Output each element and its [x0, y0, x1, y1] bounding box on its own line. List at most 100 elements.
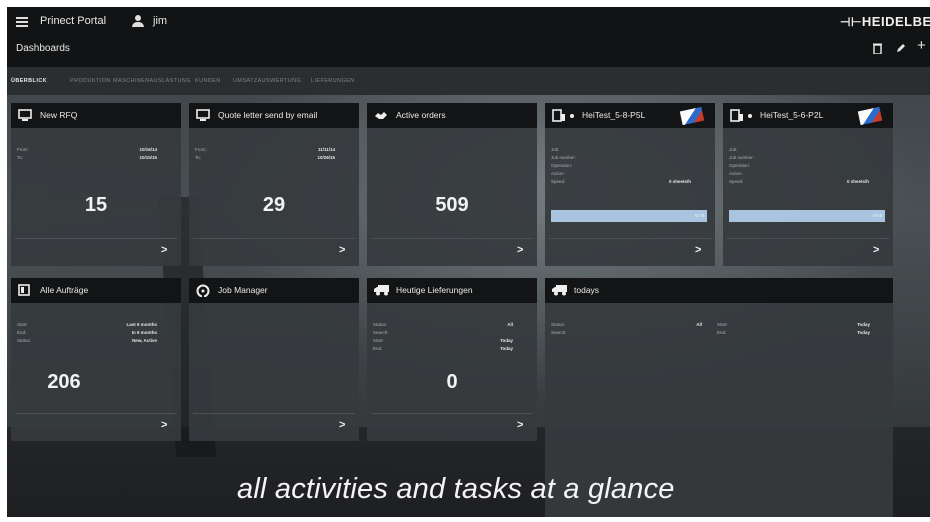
chevron-right-icon[interactable]: >: [517, 419, 523, 431]
folder-icon: [18, 284, 32, 296]
field-label: Action:: [551, 171, 565, 176]
tab-maschinenauslastung[interactable]: MASCHINENAUSLASTUNG: [113, 78, 191, 84]
truck-icon: [374, 284, 389, 296]
card-icon: [18, 109, 32, 121]
field-label: End:: [17, 330, 27, 335]
press-icon: [552, 109, 566, 122]
field-label: Job number:: [551, 155, 577, 160]
tile-header: HeiTest_5-6-P2L: [723, 103, 893, 128]
tab-umsatzauswertung[interactable]: UMSATZAUSWERTUNG: [233, 78, 301, 84]
field-label: Action:: [729, 171, 743, 176]
tab-lieferungen[interactable]: LIEFERUNGEN: [311, 78, 355, 84]
tile-header: HeiTest_5-8-P5L: [545, 103, 715, 128]
progress-label: 0 / 0: [873, 213, 882, 218]
tile-count: 15: [84, 194, 108, 216]
tile-title: Alle Aufträge: [40, 285, 89, 295]
tile-header: Job Manager: [189, 278, 359, 303]
tab-kunden[interactable]: KUNDEN: [195, 78, 221, 84]
status-dot: [748, 114, 752, 118]
edit-icon[interactable]: [896, 43, 906, 53]
tile-press-heitest-2[interactable]: HeiTest_5-6-P2L Job: Job number: Operati…: [723, 103, 893, 266]
page-title: Dashboards: [16, 43, 70, 54]
field-label: To:: [195, 155, 202, 160]
field-label: Job number:: [729, 155, 755, 160]
field-value: 10/26/15: [317, 155, 335, 160]
field-value: Last 6 months: [126, 322, 157, 327]
divider: [371, 238, 533, 239]
truck-icon: [552, 284, 567, 296]
tile-header: todays: [545, 278, 893, 303]
field-label: From:: [17, 147, 29, 152]
menu-icon[interactable]: [16, 17, 28, 27]
field-value: New, Active: [132, 338, 157, 343]
tile-title: HeiTest_5-8-P5L: [582, 110, 646, 120]
tile-quote-letter[interactable]: Quote letter send by email From: 11/11/14…: [189, 103, 359, 266]
status-dot: [570, 114, 574, 118]
tile-title: Active orders: [396, 110, 446, 120]
chevron-right-icon[interactable]: >: [161, 419, 167, 431]
tile-title: todays: [574, 285, 600, 295]
tile-title: Quote letter send by email: [218, 110, 318, 120]
tile-press-heitest-1[interactable]: HeiTest_5-8-P5L Job: Job number: Operati…: [545, 103, 715, 266]
tab-produktion[interactable]: PRODUKTION: [70, 78, 111, 84]
chevron-right-icon[interactable]: >: [873, 244, 879, 256]
tile-count: 29: [262, 194, 286, 216]
chevron-right-icon[interactable]: >: [695, 244, 701, 256]
field-label: Operation:: [551, 163, 573, 168]
field-value: 11/11/14: [317, 147, 335, 152]
press-thumbnail: [679, 106, 705, 126]
top-bar: Prinect Portal jim ⊣⊢HEIDELBERG Dashboar…: [7, 7, 930, 67]
field-value: Today: [500, 338, 513, 343]
divider: [371, 413, 533, 414]
divider: [15, 238, 177, 239]
field-value: Today: [857, 330, 870, 335]
card-icon: [196, 109, 210, 121]
add-icon[interactable]: +: [917, 38, 926, 53]
chevron-right-icon[interactable]: >: [339, 419, 345, 431]
field-value: 0 sheets/h: [846, 179, 869, 184]
field-value: In 6 months: [131, 330, 157, 335]
chevron-right-icon[interactable]: >: [339, 244, 345, 256]
field-label: Speed:: [729, 179, 744, 184]
field-label: Start:: [717, 322, 728, 327]
field-label: From:: [195, 147, 207, 152]
screenshot-frame: Prinect Portal jim ⊣⊢HEIDELBERG Dashboar…: [7, 7, 930, 517]
tab-bar: ÜBERBLICK PRODUKTION MASCHINENAUSLASTUNG…: [7, 67, 930, 95]
field-label: Search:: [551, 330, 567, 335]
field-value: All: [696, 322, 702, 327]
field-label: Job:: [729, 147, 738, 152]
tile-new-rfq[interactable]: New RFQ From: 10/16/14 To: 10/15/15 15 >: [11, 103, 181, 266]
trash-icon[interactable]: [873, 43, 882, 54]
user-name[interactable]: jim: [153, 15, 167, 27]
chevron-right-icon[interactable]: >: [161, 244, 167, 256]
tile-active-orders[interactable]: Active orders 509 >: [367, 103, 537, 266]
tile-heutige-lieferungen[interactable]: Heutige Lieferungen Status: All Search: S…: [367, 278, 537, 441]
tile-title: Job Manager: [218, 285, 268, 295]
tile-header: Quote letter send by email: [189, 103, 359, 128]
tile-header: Heutige Lieferungen: [367, 278, 537, 303]
brand-name: HEIDELBERG: [861, 14, 930, 29]
field-label: Search:: [373, 330, 389, 335]
tile-title: HeiTest_5-6-P2L: [760, 110, 824, 120]
tile-count: 206: [47, 371, 81, 393]
app-title[interactable]: Prinect Portal: [40, 15, 106, 27]
divider: [549, 238, 711, 239]
tile-alle-auftraege[interactable]: Alle Aufträge Start: Last 6 months End: In…: [11, 278, 181, 441]
gauge-icon: [196, 284, 210, 297]
field-label: Status:: [17, 338, 32, 343]
tile-count: 509: [435, 194, 469, 216]
press-icon: [730, 109, 744, 122]
field-value: 0 sheets/h: [668, 179, 691, 184]
tab-ueberblick[interactable]: ÜBERBLICK: [11, 78, 47, 84]
divider: [15, 413, 177, 414]
user-icon[interactable]: [132, 15, 144, 28]
tile-job-manager[interactable]: Job Manager >: [189, 278, 359, 441]
tile-header: Active orders: [367, 103, 537, 128]
field-label: To:: [17, 155, 24, 160]
tagline: all activities and tasks at a glance: [237, 473, 675, 505]
chevron-right-icon[interactable]: >: [517, 244, 523, 256]
divider: [193, 238, 355, 239]
field-label: Speed:: [551, 179, 566, 184]
field-label: Job:: [551, 147, 560, 152]
progress-bar: 0 / 0: [729, 210, 885, 222]
